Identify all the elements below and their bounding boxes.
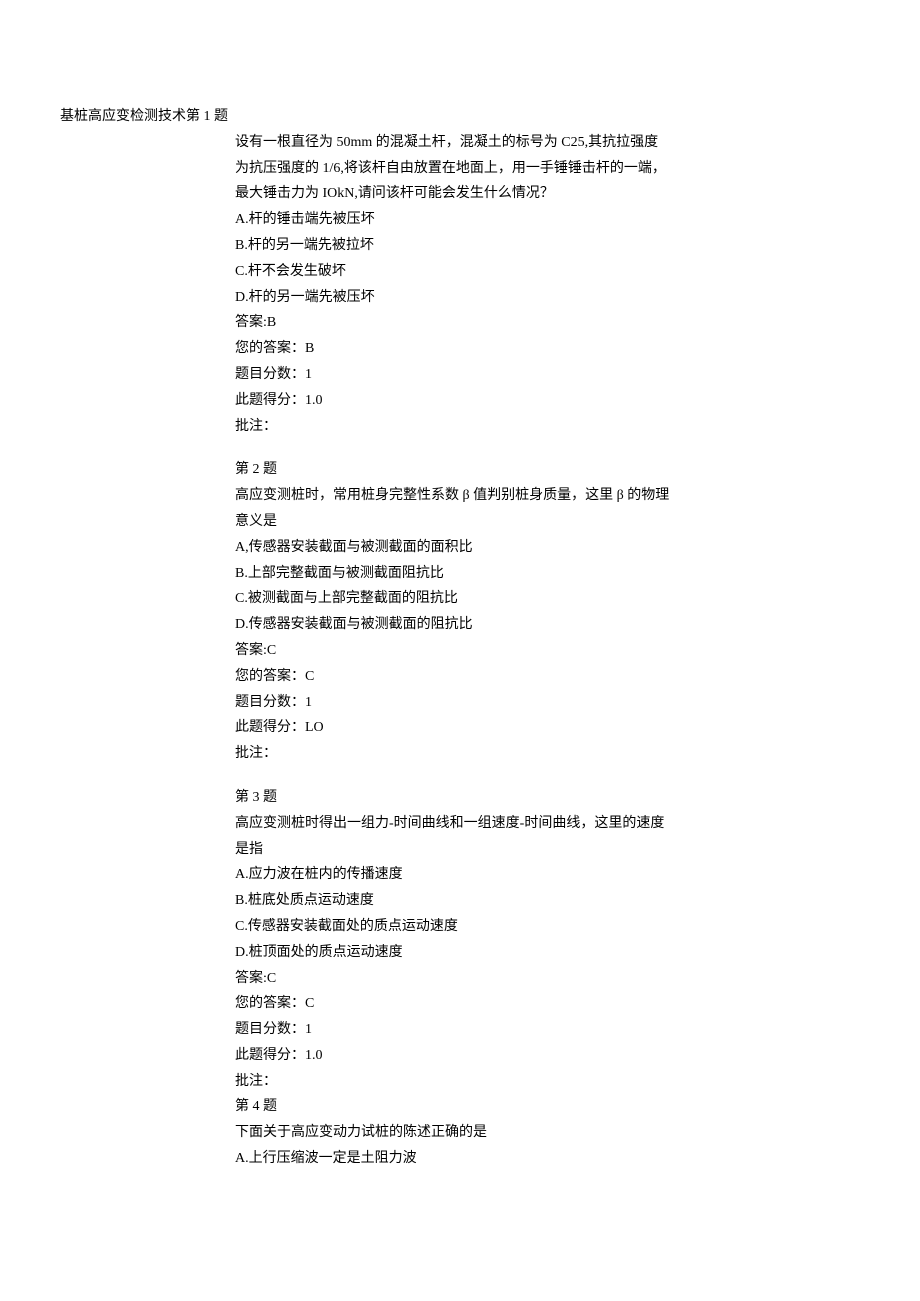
option: A.上行压缩波一定是土阻力波 bbox=[235, 1147, 795, 1171]
question-score: 题目分数：1 bbox=[235, 1018, 795, 1042]
question-stem-line: 高应变测桩时，常用桩身完整性系数 β 值判别桩身质量，这里 β 的物理 bbox=[235, 484, 795, 508]
question-score: 题目分数：1 bbox=[235, 691, 795, 715]
note-label: 批注： bbox=[235, 1070, 795, 1094]
question-stem-line: 最大锤击力为 IOkN,请问该杆可能会发生什么情况？ bbox=[235, 182, 795, 206]
content-column: 设有一根直径为 50mm 的混凝土杆，混凝土的标号为 C25,其抗拉强度 为抗压… bbox=[235, 131, 795, 1171]
option: A,传感器安装截面与被测截面的面积比 bbox=[235, 536, 795, 560]
question-stem-line: 下面关于高应变动力试桩的陈述正确的是 bbox=[235, 1121, 795, 1145]
earned-score: 此题得分：LO bbox=[235, 716, 795, 740]
note-label: 批注： bbox=[235, 742, 795, 766]
question-block: 第 3 题 高应变测桩时得出一组力-时间曲线和一组速度-时间曲线，这里的速度 是… bbox=[235, 786, 795, 1094]
option: C.被测截面与上部完整截面的阻抗比 bbox=[235, 587, 795, 611]
question-label: 第 2 题 bbox=[235, 458, 795, 482]
option: D.传感器安装截面与被测截面的阻抗比 bbox=[235, 613, 795, 637]
correct-answer: 答案:C bbox=[235, 967, 795, 991]
question-stem-line: 设有一根直径为 50mm 的混凝土杆，混凝土的标号为 C25,其抗拉强度 bbox=[235, 131, 795, 155]
page: 基桩高应变检测技术第 1 题 设有一根直径为 50mm 的混凝土杆，混凝土的标号… bbox=[0, 0, 920, 1301]
option: D.杆的另一端先被压坏 bbox=[235, 286, 795, 310]
your-answer: 您的答案：C bbox=[235, 992, 795, 1016]
option: A.杆的锤击端先被压坏 bbox=[235, 208, 795, 232]
first-question-label: 第 1 题 bbox=[186, 109, 228, 124]
question-stem-line: 是指 bbox=[235, 838, 795, 862]
option: D.桩顶面处的质点运动速度 bbox=[235, 941, 795, 965]
correct-answer: 答案:C bbox=[235, 639, 795, 663]
question-stem-line: 高应变测桩时得出一组力-时间曲线和一组速度-时间曲线，这里的速度 bbox=[235, 812, 795, 836]
earned-score: 此题得分：1.0 bbox=[235, 389, 795, 413]
option: B.杆的另一端先被拉坏 bbox=[235, 234, 795, 258]
option: B.桩底处质点运动速度 bbox=[235, 889, 795, 913]
title-prefix: 基桩高应变检测技术 bbox=[60, 109, 186, 124]
option: C.传感器安装截面处的质点运动速度 bbox=[235, 915, 795, 939]
question-label: 第 4 题 bbox=[235, 1095, 795, 1119]
your-answer: 您的答案：C bbox=[235, 665, 795, 689]
question-block: 第 2 题 高应变测桩时，常用桩身完整性系数 β 值判别桩身质量，这里 β 的物… bbox=[235, 458, 795, 766]
option: B.上部完整截面与被测截面阻抗比 bbox=[235, 562, 795, 586]
question-stem-line: 为抗压强度的 1/6,将该杆自由放置在地面上，用一手锤锤击杆的一端， bbox=[235, 157, 795, 181]
question-stem-line: 意义是 bbox=[235, 510, 795, 534]
page-title-line: 基桩高应变检测技术第 1 题 bbox=[60, 105, 860, 129]
note-label: 批注： bbox=[235, 415, 795, 439]
question-score: 题目分数：1 bbox=[235, 363, 795, 387]
earned-score: 此题得分：1.0 bbox=[235, 1044, 795, 1068]
your-answer: 您的答案：B bbox=[235, 337, 795, 361]
question-block: 第 4 题 下面关于高应变动力试桩的陈述正确的是 A.上行压缩波一定是土阻力波 bbox=[235, 1095, 795, 1170]
option: A.应力波在桩内的传播速度 bbox=[235, 863, 795, 887]
correct-answer: 答案:B bbox=[235, 311, 795, 335]
question-label: 第 3 题 bbox=[235, 786, 795, 810]
question-block: 设有一根直径为 50mm 的混凝土杆，混凝土的标号为 C25,其抗拉强度 为抗压… bbox=[235, 131, 795, 439]
option: C.杆不会发生破坏 bbox=[235, 260, 795, 284]
